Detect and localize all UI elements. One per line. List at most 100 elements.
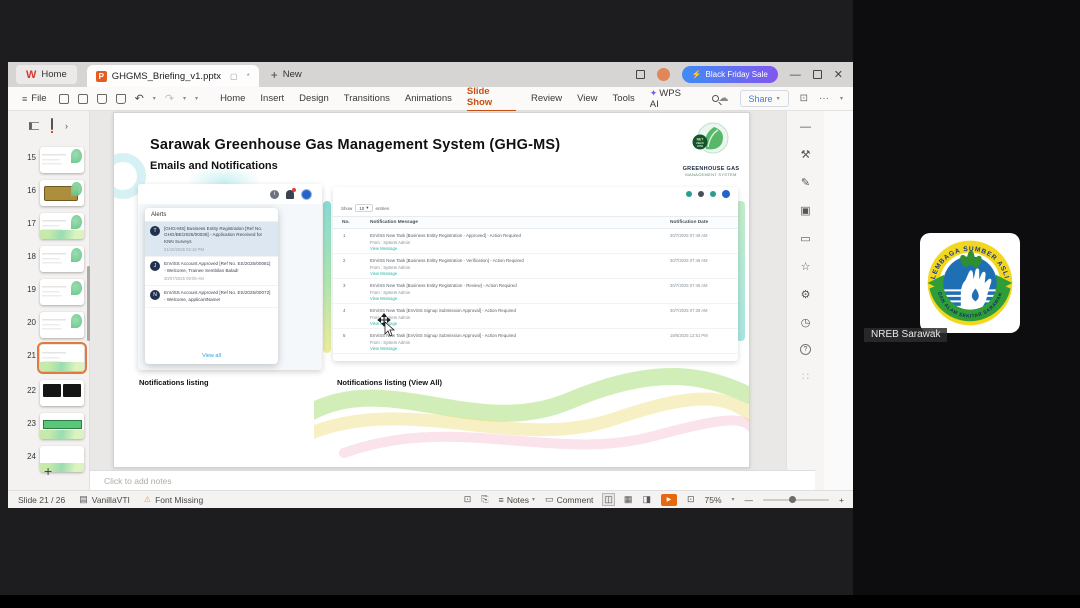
listing-mock-navbar xyxy=(333,187,738,201)
print-icon[interactable] xyxy=(96,93,107,104)
dock-window-icon[interactable] xyxy=(635,70,645,79)
table-row: 2 EnViSS New Task [Business Entity Regis… xyxy=(333,254,738,279)
promo-button[interactable]: ⚡ Black Friday Sale xyxy=(681,66,778,83)
modified-indicator: * xyxy=(246,71,250,81)
menu-wps-ai[interactable]: ✦ WPS AI xyxy=(650,88,691,110)
thumbnail-slide-16[interactable]: 16 xyxy=(8,178,90,208)
thumbnail-slide-21-selected[interactable]: 21 xyxy=(8,342,90,374)
zoom-dropdown-icon[interactable]: ▾ xyxy=(732,496,735,503)
zoom-slider-knob[interactable] xyxy=(789,495,797,503)
undo-dropdown-icon[interactable]: ▾ xyxy=(153,95,156,102)
menu-animations[interactable]: Animations xyxy=(405,93,452,104)
font-missing-warning[interactable]: ⚠ Font Missing xyxy=(144,495,203,505)
slide-canvas[interactable]: Sarawak Greenhouse Gas Management System… xyxy=(113,112,750,468)
more-tools-icon[interactable]: ··· xyxy=(819,93,829,104)
quickbar-more-icon[interactable]: ▾ xyxy=(195,95,198,102)
zoom-level[interactable]: 75% xyxy=(705,495,722,505)
document-tab[interactable]: P GHGMS_Briefing_v1.pptx ▢ * xyxy=(86,65,259,87)
help-circle-icon[interactable]: ? xyxy=(800,344,811,355)
promo-label: Black Friday Sale xyxy=(705,70,768,79)
user-avatar[interactable] xyxy=(656,68,670,81)
menu-insert[interactable]: Insert xyxy=(260,93,284,104)
wps-logo: W xyxy=(26,68,37,81)
menu-view[interactable]: View xyxy=(577,93,597,104)
slideshow-play-button[interactable]: ▶ xyxy=(660,493,677,506)
share-button[interactable]: Share ▾ xyxy=(739,90,789,107)
menu-review[interactable]: Review xyxy=(531,93,562,104)
undo-icon[interactable]: ↶ xyxy=(135,92,144,105)
hamburger-icon: ≡ xyxy=(22,93,28,104)
menu-design[interactable]: Design xyxy=(299,93,329,104)
menu-tools[interactable]: Tools xyxy=(613,93,635,104)
theme-chip[interactable]: ▤ VanillaVTI xyxy=(79,494,130,505)
ai-assistant-icon[interactable]: ✎ xyxy=(799,176,813,189)
notes-input[interactable]: Click to add notes xyxy=(90,470,815,490)
redo-dropdown-icon[interactable]: ▾ xyxy=(183,95,186,102)
normal-view-icon[interactable]: ◫ xyxy=(602,493,615,506)
caption-notifications-view-all: Notifications listing (View All) xyxy=(337,378,443,387)
redo-icon[interactable]: ↷ xyxy=(165,92,174,105)
status-bar: Slide 21 / 26 ▤ VanillaVTI ⚠ Font Missing … xyxy=(8,490,853,508)
close-button[interactable]: ✕ xyxy=(834,68,843,81)
settings-icon[interactable]: ⚙ xyxy=(799,288,813,301)
slide-title: Sarawak Greenhouse Gas Management System… xyxy=(150,137,561,153)
slide-subtitle: Emails and Notifications xyxy=(150,160,278,172)
thumbnail-slide-22[interactable]: 22 xyxy=(8,378,90,408)
document-tab-label: GHGMS_Briefing_v1.pptx xyxy=(111,70,222,82)
apps-grid-icon[interactable]: ∷ xyxy=(799,370,813,383)
participant-video-tile[interactable]: LEMBAGA SUMBER ASLI DAN ALAM SEKITAR SAR… xyxy=(920,233,1020,333)
thumbnail-slide-20[interactable]: 20 xyxy=(8,310,90,340)
fit-slide-icon[interactable]: ⊡ xyxy=(687,494,695,505)
thumbnail-slide-19[interactable]: 19 xyxy=(8,277,90,307)
help-icon xyxy=(698,191,704,197)
home-tab[interactable]: W Home xyxy=(16,65,77,84)
menu-slide-show[interactable]: Slide Show xyxy=(466,86,516,112)
zoom-slider[interactable] xyxy=(763,495,830,503)
file-menu-label: File xyxy=(31,93,47,104)
table-row: 3 EnViSS New Task [Business Entity Regis… xyxy=(333,279,738,304)
tools-icon[interactable]: ⚒ xyxy=(799,148,813,161)
thumbnail-slide-23[interactable]: 23 xyxy=(8,411,90,441)
alerts-screenshot: i Alerts T [GHG-MS] Business Entity Regi… xyxy=(138,184,322,370)
show-entries-control: Show 10 ▾ entries xyxy=(341,204,390,212)
note-page-icon[interactable]: ⊡ xyxy=(464,494,472,505)
slide-view-icon[interactable] xyxy=(51,118,53,133)
collapse-panel-icon[interactable]: › xyxy=(65,121,68,131)
cloud-sync-icon: ▢ xyxy=(230,71,238,81)
slide-sorter-view-icon[interactable]: ▦ xyxy=(624,494,633,505)
task-pane-icon[interactable]: ⊡ xyxy=(800,93,808,104)
favorites-icon[interactable]: ☆ xyxy=(799,260,813,273)
add-slide-button[interactable]: + xyxy=(44,463,52,479)
thumbnail-slide-18[interactable]: 18 xyxy=(8,244,90,274)
comment-panel-icon[interactable]: ▭ xyxy=(799,232,813,245)
thumbnail-slide-15[interactable]: 15 xyxy=(8,145,90,175)
collapse-sidebar-icon[interactable]: — xyxy=(799,121,813,133)
notes-toggle[interactable]: ≡ Notes ▾ xyxy=(499,495,536,505)
shapes-icon[interactable]: ▣ xyxy=(799,204,813,217)
file-menu[interactable]: ≡ File xyxy=(22,93,47,104)
save-icon[interactable] xyxy=(58,93,69,104)
wps-presentation-window: W Home P GHGMS_Briefing_v1.pptx ▢ * + Ne… xyxy=(8,62,853,508)
menu-home[interactable]: Home xyxy=(220,93,245,104)
collapse-ribbon-icon[interactable]: ▾ xyxy=(840,95,843,102)
output-icon[interactable] xyxy=(77,93,88,104)
menu-transitions[interactable]: Transitions xyxy=(344,93,390,104)
history-icon[interactable]: ◷ xyxy=(799,316,813,329)
new-tab-button[interactable]: + New xyxy=(271,68,302,82)
share-dropdown-icon: ▾ xyxy=(776,96,780,102)
zoom-in-button[interactable]: + xyxy=(839,495,844,505)
minimize-button[interactable]: — xyxy=(790,69,801,81)
export-icon[interactable]: ⎘ xyxy=(481,494,488,505)
search-icon[interactable] xyxy=(711,95,719,102)
reading-view-icon[interactable]: ◨ xyxy=(642,494,651,505)
alert-item: T [GHG-MS] Business Entity Registration … xyxy=(145,222,278,258)
zoom-out-button[interactable]: — xyxy=(745,495,754,505)
svg-text:2050: 2050 xyxy=(697,144,704,148)
thumbnail-slide-17[interactable]: 17 xyxy=(8,211,90,241)
home-icon xyxy=(686,191,692,197)
print-preview-icon[interactable] xyxy=(115,93,126,104)
restore-button[interactable] xyxy=(812,70,822,79)
outline-view-icon[interactable] xyxy=(29,122,39,130)
comment-button[interactable]: ▭ Comment xyxy=(545,494,593,505)
menu-toolbar: ≡ File ↶ ▾ ↷ ▾ ▾ Home Insert Design Transi… xyxy=(8,86,853,112)
